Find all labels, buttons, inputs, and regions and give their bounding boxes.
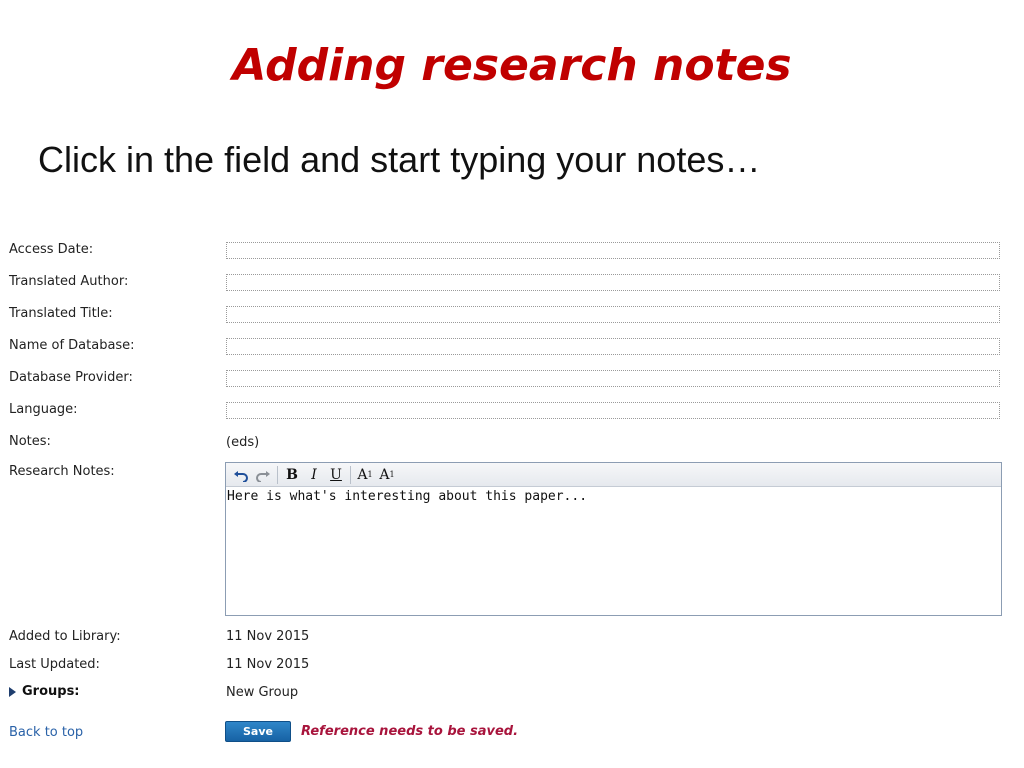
back-to-top-link[interactable]: Back to top [9, 725, 83, 741]
last-updated-value: 11 Nov 2015 [226, 657, 310, 672]
superscript-button[interactable]: A1 [376, 465, 398, 485]
notes-value: (eds) [226, 435, 260, 450]
groups-toggle[interactable]: Groups: [9, 684, 80, 700]
toolbar-separator [277, 465, 278, 484]
toolbar-separator [350, 465, 351, 484]
research-notes-label: Research Notes: [9, 464, 115, 479]
groups-value: New Group [226, 685, 299, 700]
reference-form: Access Date: Translated Author: Translat… [0, 0, 1024, 768]
name-of-database-label: Name of Database: [9, 338, 135, 353]
language-input[interactable] [226, 402, 1000, 419]
underline-button[interactable]: U [325, 465, 347, 485]
translated-title-label: Translated Title: [9, 306, 113, 321]
subscript-mark: 1 [367, 470, 373, 479]
italic-button[interactable]: I [303, 465, 325, 485]
subscript-button[interactable]: A1 [354, 465, 376, 485]
last-updated-label: Last Updated: [9, 657, 100, 672]
translated-author-label: Translated Author: [9, 274, 129, 289]
database-provider-input[interactable] [226, 370, 1000, 387]
superscript-mark: 1 [389, 470, 395, 479]
added-to-library-label: Added to Library: [9, 629, 121, 644]
research-notes-textarea[interactable]: Here is what's interesting about this pa… [226, 487, 1001, 613]
editor-toolbar: B I U A1 A1 [226, 463, 1001, 487]
save-button[interactable]: Save [225, 721, 291, 742]
groups-label: Groups: [22, 684, 80, 699]
subscript-base: A [357, 466, 368, 483]
redo-icon[interactable] [252, 465, 274, 485]
language-label: Language: [9, 402, 78, 417]
superscript-base: A [379, 466, 390, 483]
access-date-label: Access Date: [9, 242, 94, 257]
translated-title-input[interactable] [226, 306, 1000, 323]
notes-label: Notes: [9, 434, 51, 449]
access-date-input[interactable] [226, 242, 1000, 259]
research-notes-editor: B I U A1 A1 Here is what's interesting a… [225, 462, 1002, 616]
undo-icon[interactable] [230, 465, 252, 485]
bold-button[interactable]: B [281, 465, 303, 485]
translated-author-input[interactable] [226, 274, 1000, 291]
database-provider-label: Database Provider: [9, 370, 133, 385]
expand-triangle-icon [9, 687, 16, 697]
name-of-database-input[interactable] [226, 338, 1000, 355]
added-to-library-value: 11 Nov 2015 [226, 629, 310, 644]
save-warning: Reference needs to be saved. [301, 724, 519, 739]
